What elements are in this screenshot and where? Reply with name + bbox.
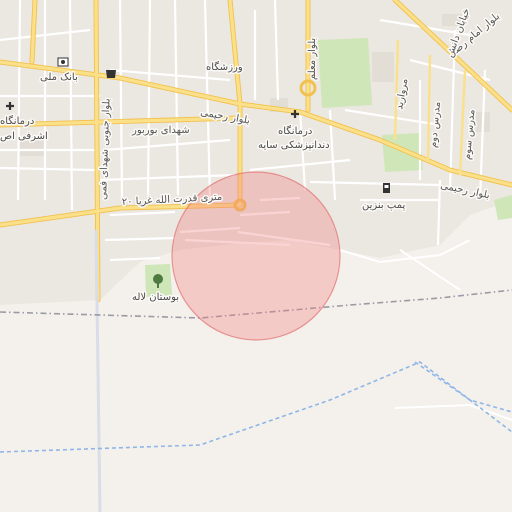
road-label-moallem: بلوار معلم: [307, 38, 318, 80]
road-label-shohada-bourbour: شهدای بوربور: [131, 125, 190, 136]
map-canvas[interactable]: بلوار رحیمی بلوار رحیمی شهدای بوربور بلو…: [0, 0, 512, 512]
green-area-sports-field: [382, 133, 423, 172]
bank-icon[interactable]: [57, 57, 69, 67]
map-view[interactable]: بلوار رحیمی بلوار رحیمی شهدای بوربور بلو…: [0, 0, 512, 512]
shopping-bag-icon[interactable]: [106, 70, 116, 78]
poi-label-bank-melli[interactable]: بانک ملی: [39, 71, 80, 85]
poi-label-dentistry[interactable]: دندانپزشکی سایه: [257, 139, 332, 153]
fuel-pump-icon[interactable]: [383, 183, 390, 193]
poi-label-clinic-left[interactable]: درمانگاه: [0, 114, 36, 129]
green-area-park-north: [318, 38, 372, 108]
poi-label-laleh-park[interactable]: بوستان لاله: [131, 291, 181, 305]
poi-label-clinic-left-2[interactable]: اشرفی اص: [0, 130, 49, 144]
poi-label-fuel-station[interactable]: پمپ بنزین: [361, 199, 407, 213]
poi-label-stadium[interactable]: ورزشگاه: [205, 60, 245, 75]
poi-label-clinic-center[interactable]: درمانگاه: [277, 124, 314, 139]
